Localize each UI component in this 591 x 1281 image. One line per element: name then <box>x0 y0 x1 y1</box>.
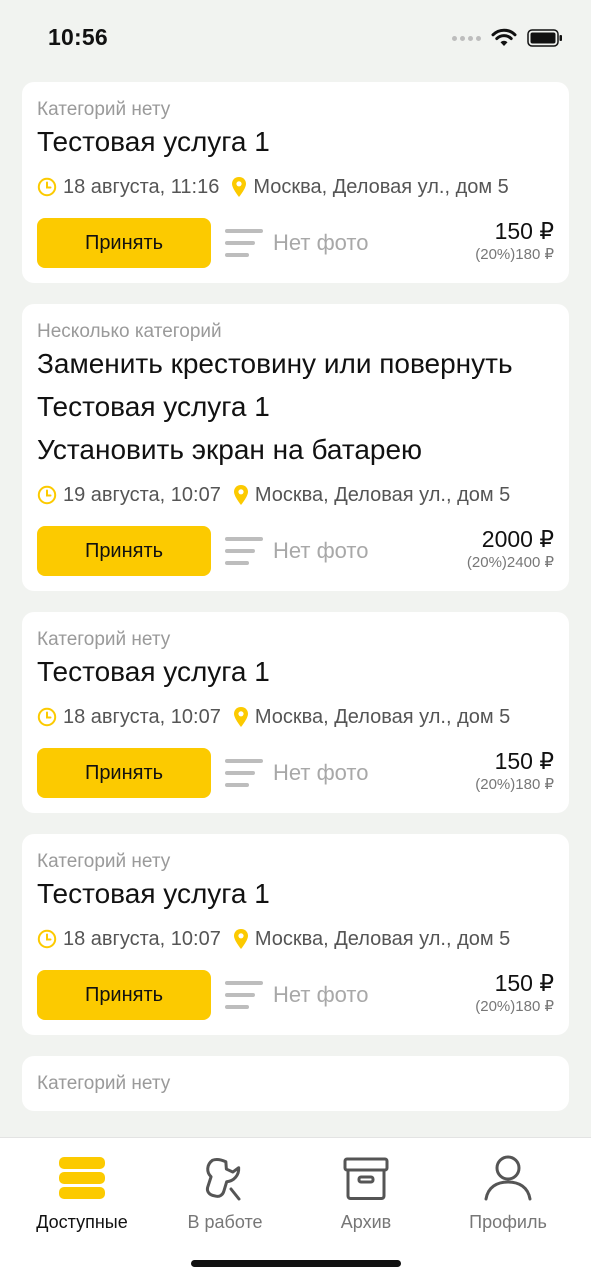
wifi-icon <box>491 28 517 46</box>
order-category: Категорий нету <box>37 1073 171 1094</box>
order-meta: 18 августа, 10:07 Москва, Деловая ул., до… <box>37 924 554 954</box>
price-amount: 150 ₽ <box>494 748 554 774</box>
order-price: 150 ₽ (20%)180 ₽ <box>475 746 554 794</box>
stack-icon <box>12 1152 152 1204</box>
order-actions: Принять Нет фото 2000 ₽ (20%)2400 ₽ <box>37 526 554 576</box>
signal-icon <box>452 35 481 41</box>
order-card[interactable]: Категорий нету Тестовая услуга 1 18 август… <box>22 612 569 813</box>
tab-label: В работе <box>187 1212 263 1232</box>
status-time: 10:56 <box>48 24 108 50</box>
order-title: Установить экран на батарею <box>37 434 423 465</box>
no-photo-label: Нет фото <box>273 982 369 1007</box>
order-card[interactable]: Несколько категорий Заменить крестовину и… <box>22 304 569 591</box>
order-card[interactable]: Категорий нету Тестовая услуга 1 18 август… <box>22 834 569 1035</box>
wrench-icon <box>155 1152 295 1204</box>
no-photo-label: Нет фото <box>273 230 369 255</box>
price-with-commission: (20%)180 ₽ <box>475 998 554 1015</box>
clock-icon <box>37 485 57 505</box>
person-icon <box>438 1152 578 1204</box>
price-amount: 150 ₽ <box>494 970 554 996</box>
order-category: Категорий нету <box>37 629 171 650</box>
no-photo-icon <box>225 981 263 1009</box>
order-card[interactable]: Категорий нету Тестовая услуга 1 18 август… <box>22 82 569 283</box>
order-actions: Принять Нет фото 150 ₽ (20%)180 ₽ <box>37 748 554 798</box>
order-actions: Принять Нет фото 150 ₽ (20%)180 ₽ <box>37 970 554 1020</box>
order-title: Тестовая услуга 1 <box>37 878 270 909</box>
order-address: Москва, Деловая ул., дом 5 <box>253 175 509 198</box>
order-date: 18 августа, 10:07 <box>63 705 221 728</box>
price-with-commission: (20%)180 ₽ <box>475 246 554 263</box>
no-photo: Нет фото <box>225 534 369 568</box>
tab-archive[interactable]: Архив <box>296 1152 436 1233</box>
archive-box-icon <box>296 1152 436 1204</box>
battery-icon <box>527 29 562 47</box>
location-pin-icon <box>233 929 248 949</box>
tab-available[interactable]: Доступные <box>12 1152 152 1233</box>
order-actions: Принять Нет фото 150 ₽ (20%)180 ₽ <box>37 218 554 268</box>
order-date: 18 августа, 10:07 <box>63 927 221 950</box>
order-date: 18 августа, 11:16 <box>63 175 220 198</box>
no-photo-icon <box>225 537 263 565</box>
order-category: Несколько категорий <box>37 321 222 342</box>
no-photo: Нет фото <box>225 226 369 260</box>
price-amount: 150 ₽ <box>494 218 554 244</box>
order-address: Москва, Деловая ул., дом 5 <box>254 483 511 506</box>
order-category: Категорий нету <box>37 851 171 872</box>
status-icons <box>452 26 563 50</box>
accept-button[interactable]: Принять <box>37 218 211 268</box>
tab-label: Профиль <box>469 1212 547 1232</box>
order-address: Москва, Деловая ул., дом 5 <box>254 705 511 728</box>
clock-icon <box>37 177 57 197</box>
no-photo: Нет фото <box>225 756 369 790</box>
order-meta: 19 августа, 10:07 Москва, Деловая ул., до… <box>37 480 554 510</box>
order-card[interactable]: Категорий нету <box>22 1056 569 1111</box>
order-meta: 18 августа, 10:07 Москва, Деловая ул., до… <box>37 702 554 732</box>
order-meta: 18 августа, 11:16 Москва, Деловая ул., до… <box>37 172 554 202</box>
price-amount: 2000 ₽ <box>481 526 554 552</box>
order-title: Тестовая услуга 1 <box>37 391 270 422</box>
clock-icon <box>37 707 57 727</box>
order-category: Категорий нету <box>37 99 171 120</box>
no-photo-icon <box>225 229 263 257</box>
location-pin-icon <box>232 177 247 197</box>
no-photo: Нет фото <box>225 978 369 1012</box>
accept-button[interactable]: Принять <box>37 526 211 576</box>
order-title: Тестовая услуга 1 <box>37 126 270 157</box>
order-date: 19 августа, 10:07 <box>63 483 221 506</box>
accept-button[interactable]: Принять <box>37 748 211 798</box>
order-title: Заменить крестовину или повернуть <box>37 348 513 379</box>
no-photo-label: Нет фото <box>273 538 369 563</box>
order-price: 150 ₽ (20%)180 ₽ <box>475 968 554 1016</box>
order-address: Москва, Деловая ул., дом 5 <box>254 927 511 950</box>
status-bar: 10:56 <box>0 0 591 74</box>
no-photo-icon <box>225 759 263 787</box>
tab-label: Архив <box>340 1212 392 1232</box>
tab-in-progress[interactable]: В работе <box>155 1152 295 1233</box>
location-pin-icon <box>233 707 248 727</box>
tab-profile[interactable]: Профиль <box>438 1152 578 1233</box>
orders-feed[interactable]: Категорий нету Тестовая услуга 1 18 август… <box>22 82 569 1137</box>
home-indicator <box>191 1260 401 1267</box>
accept-button[interactable]: Принять <box>37 970 211 1020</box>
clock-icon <box>37 929 57 949</box>
order-price: 150 ₽ (20%)180 ₽ <box>475 216 554 264</box>
tab-label: Доступные <box>36 1212 128 1232</box>
no-photo-label: Нет фото <box>273 760 369 785</box>
order-price: 2000 ₽ (20%)2400 ₽ <box>467 524 554 572</box>
order-title: Тестовая услуга 1 <box>37 656 270 687</box>
price-with-commission: (20%)2400 ₽ <box>466 554 554 571</box>
location-pin-icon <box>233 485 248 505</box>
price-with-commission: (20%)180 ₽ <box>475 776 554 793</box>
